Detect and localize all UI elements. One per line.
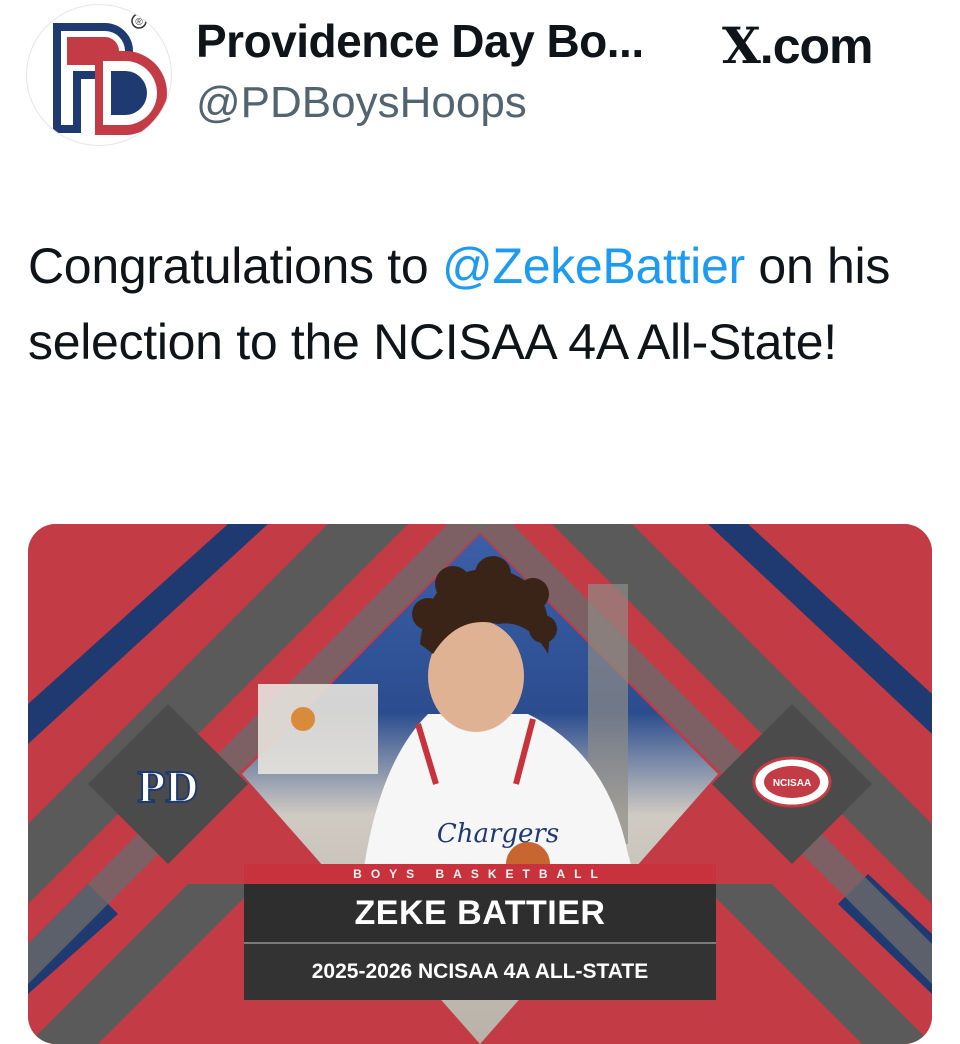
award-banner: BOYS BASKETBALL ZEKE BATTIER 2025-2026 N…: [244, 864, 716, 1014]
honor-title: 2025-2026 NCISAA 4A ALL-STATE: [244, 944, 716, 1000]
tweet-media-image[interactable]: Chargers PD NCISAA BOYS BASKETBALL ZEKE …: [28, 524, 932, 1044]
display-name[interactable]: Providence Day Bo...: [196, 14, 644, 68]
x-brand-domain: .com: [759, 18, 874, 74]
tweet-text-before: Congratulations to: [28, 238, 443, 294]
pd-graphic-logo: PD: [137, 761, 198, 812]
profile-avatar[interactable]: ®: [26, 4, 172, 146]
tweet-body: Congratulations to @ZekeBattier on his s…: [28, 228, 928, 380]
pd-logo-icon: ®: [53, 13, 167, 135]
user-handle[interactable]: @PDBoysHoops: [196, 78, 527, 128]
jersey-chargers-text: Chargers: [437, 819, 559, 849]
banner-category: BOYS BASKETBALL: [244, 864, 716, 884]
x-brand-glyph: X: [722, 16, 761, 75]
x-logo[interactable]: X.com: [722, 16, 873, 75]
player-name: ZEKE BATTIER: [244, 884, 716, 942]
mention-link[interactable]: @ZekeBattier: [442, 238, 745, 294]
ncisaa-logo-text: NCISAA: [773, 778, 811, 789]
svg-text:®: ®: [135, 17, 143, 28]
tweet-header: ® Providence Day Bo... @PDBoysHoops X.co…: [0, 0, 960, 150]
